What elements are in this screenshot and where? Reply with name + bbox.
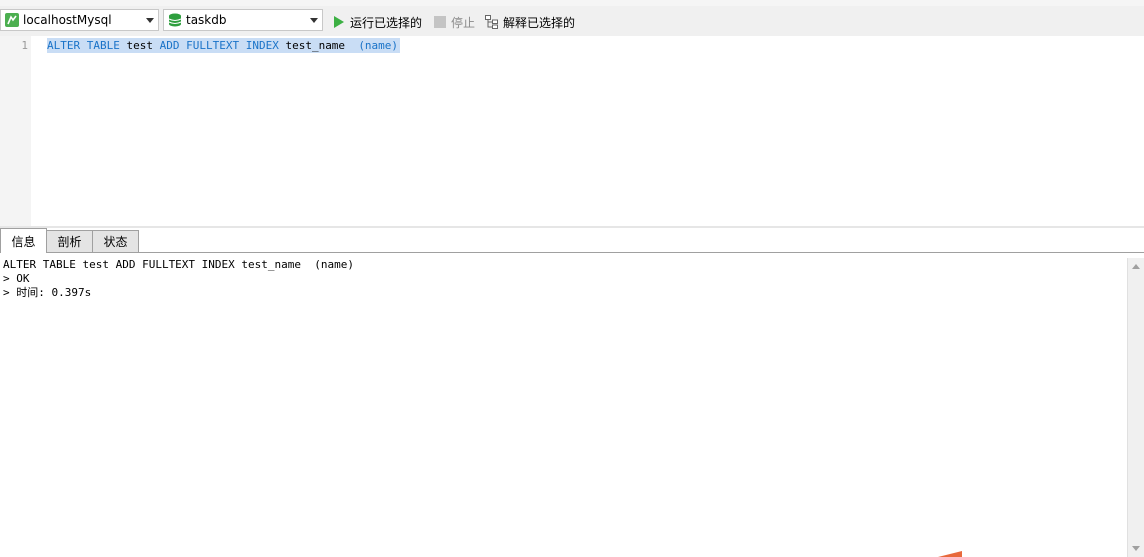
database-value: taskdb xyxy=(186,13,227,27)
scroll-down-arrow-icon[interactable] xyxy=(1132,546,1140,551)
line-number-gutter: 1 xyxy=(0,36,31,226)
code-line[interactable]: ALTER TABLE test ADD FULLTEXT INDEX test… xyxy=(47,38,401,53)
scroll-up-arrow-icon[interactable] xyxy=(1132,264,1140,269)
connection-select[interactable]: localhostMysql xyxy=(0,9,159,31)
run-selected-label: 运行已选择的 xyxy=(350,15,423,30)
tab-profile-label: 剖析 xyxy=(57,235,82,249)
output-line: ALTER TABLE test ADD FULLTEXT INDEX test… xyxy=(3,258,354,271)
tab-profile[interactable]: 剖析 xyxy=(46,230,93,252)
chevron-down-icon[interactable] xyxy=(310,18,318,23)
tab-info[interactable]: 信息 xyxy=(0,228,47,253)
sql-keyword: ALTER TABLE xyxy=(47,39,120,52)
stop-icon xyxy=(434,16,446,28)
decorative-corner-icon xyxy=(938,551,962,557)
output-scrollbar[interactable] xyxy=(1127,258,1144,557)
explain-selected-label: 解释已选择的 xyxy=(503,15,576,30)
explain-tree-icon xyxy=(485,15,498,29)
play-icon xyxy=(334,16,344,28)
mysql-connection-icon xyxy=(5,13,19,27)
tab-status[interactable]: 状态 xyxy=(92,230,139,252)
database-icon xyxy=(168,13,182,27)
output-line: > OK xyxy=(3,272,30,285)
line-number: 1 xyxy=(21,39,28,52)
chevron-down-icon[interactable] xyxy=(146,18,154,23)
run-selected-button[interactable]: 运行已选择的 xyxy=(332,12,422,32)
sql-identifier: test_name xyxy=(285,39,346,52)
sql-editor[interactable]: 1 ALTER TABLE test ADD FULLTEXT INDEX te… xyxy=(0,36,1144,226)
message-output[interactable]: ALTER TABLE test ADD FULLTEXT INDEX test… xyxy=(0,253,1127,557)
sql-keyword: ADD FULLTEXT INDEX xyxy=(159,39,279,52)
stop-label: 停止 xyxy=(451,15,476,30)
connection-value: localhostMysql xyxy=(23,13,112,27)
tab-status-label: 状态 xyxy=(103,235,128,249)
tab-info-label: 信息 xyxy=(11,234,36,249)
stop-button[interactable]: 停止 xyxy=(433,12,475,32)
sql-identifier: test xyxy=(126,39,153,52)
output-line: > 时间: 0.397s xyxy=(3,286,92,299)
explain-selected-button[interactable]: 解释已选择的 xyxy=(485,12,575,32)
query-toolbar: localhostMysql taskdb 运行已选择的 停止 解释已选择的 xyxy=(0,6,1144,36)
database-select[interactable]: taskdb xyxy=(163,9,323,31)
result-tabs: 信息 剖析 状态 xyxy=(0,228,1144,253)
sql-column-list: (name) xyxy=(358,39,399,52)
